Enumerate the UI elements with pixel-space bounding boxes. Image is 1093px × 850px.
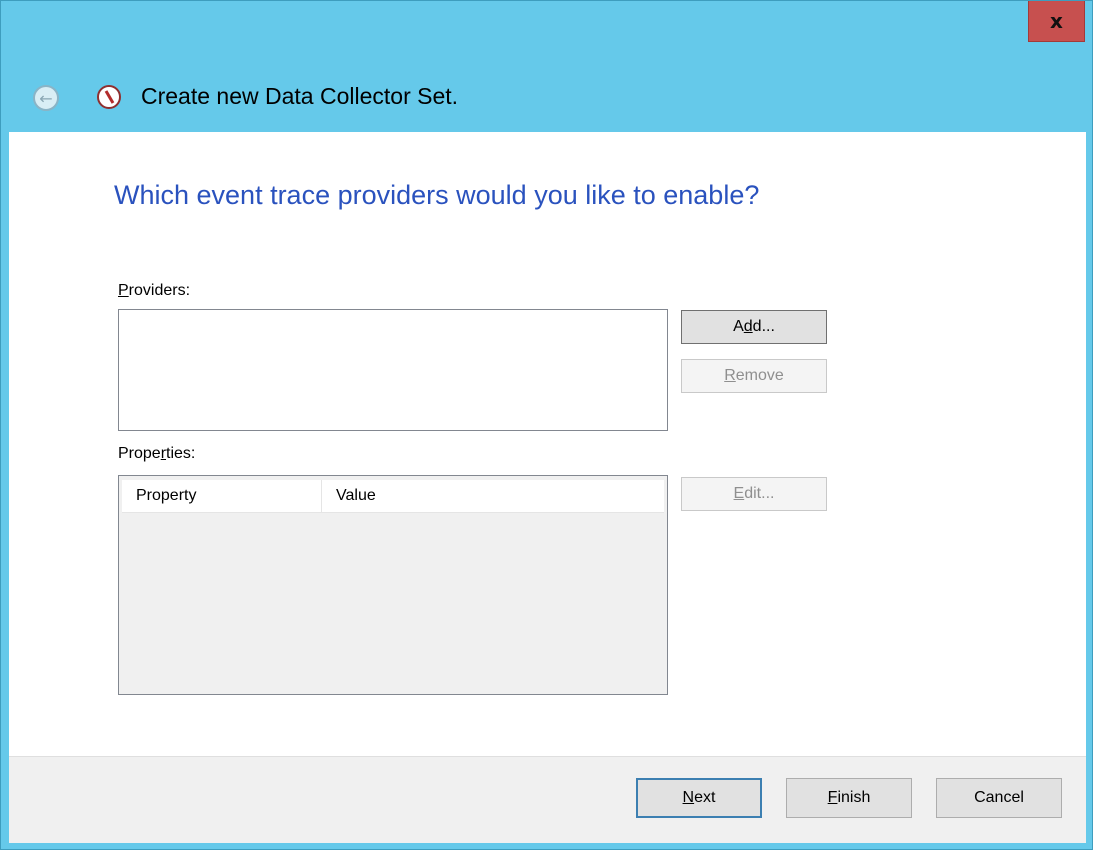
providers-label-text: roviders: [128,282,191,299]
page-question: Which event trace providers would you li… [114,180,760,210]
properties-table[interactable]: Property Value [118,475,668,695]
providers-label: Providers: [118,282,190,300]
edit-property-button[interactable]: Edit... [681,477,827,511]
remove-provider-label: Remove [724,367,784,384]
cancel-button-label: Cancel [974,789,1024,806]
close-icon[interactable]: x [1050,9,1063,33]
add-provider-label: Add... [733,318,775,335]
close-button[interactable]: x [1028,1,1085,42]
next-button[interactable]: Next [636,778,762,818]
properties-label-text: Properties: [118,445,196,462]
column-header-value[interactable]: Value [322,480,664,512]
dialog-window: x ← Create new Data Collector Set. Which… [0,0,1093,850]
wizard-footer [9,756,1086,843]
properties-label: Properties: [118,445,195,463]
back-arrow-icon[interactable]: ← [33,85,59,111]
finish-button[interactable]: Finish [786,778,912,818]
properties-table-header: Property Value [122,480,664,513]
finish-button-label: Finish [827,789,871,806]
edit-property-label: Edit... [733,485,775,502]
add-provider-button[interactable]: Add... [681,310,827,344]
remove-provider-button[interactable]: Remove [681,359,827,393]
column-header-property[interactable]: Property [122,480,322,512]
next-button-label: Next [682,789,716,806]
providers-list[interactable] [118,309,668,431]
cancel-button[interactable]: Cancel [936,778,1062,818]
wizard-title: Create new Data Collector Set. [141,83,459,109]
performance-monitor-icon [97,85,121,109]
providers-label-mnemonic: P [118,282,129,299]
